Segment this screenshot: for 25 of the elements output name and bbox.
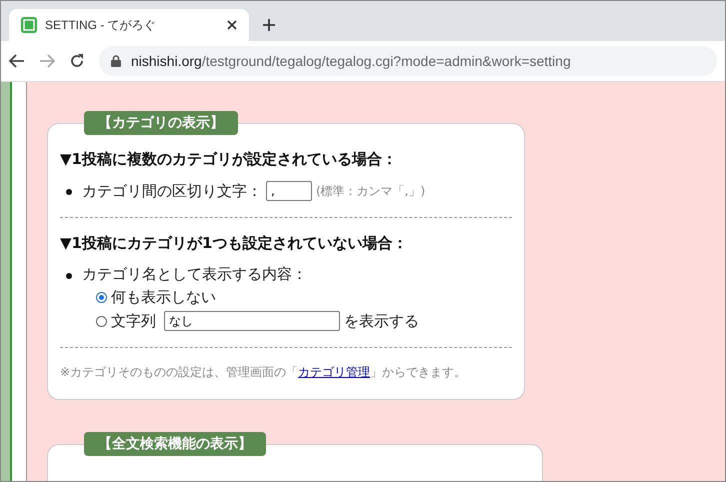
section-heading: ▼1投稿に複数のカテゴリが設定されている場合： bbox=[60, 150, 398, 169]
radio-button[interactable] bbox=[96, 292, 107, 303]
hint-text: (標準：カンマ「,」) bbox=[316, 182, 426, 200]
section-heading: ▼1投稿にカテゴリが1つも設定されていない場合： bbox=[60, 234, 408, 253]
option-suffix: を表示する bbox=[344, 312, 419, 330]
radio-label[interactable]: 文字列 bbox=[111, 312, 156, 330]
new-tab-icon[interactable] bbox=[263, 19, 275, 31]
browser-tab[interactable]: SETTING - てがろぐ bbox=[9, 9, 249, 41]
field-label: カテゴリ間の区切り文字： bbox=[82, 182, 262, 200]
separator-input[interactable]: , bbox=[266, 181, 312, 201]
section-title: 【全文検索機能の表示】 bbox=[84, 432, 266, 456]
back-arrow-icon[interactable] bbox=[9, 54, 25, 68]
text-input[interactable]: なし bbox=[164, 311, 340, 331]
reload-icon[interactable] bbox=[69, 53, 85, 69]
footnote-text: ※カテゴリそのものの設定は、管理画面の「カテゴリ管理」からできます。 bbox=[60, 364, 468, 381]
site-logo-icon bbox=[21, 17, 37, 33]
category-management-link[interactable]: カテゴリ管理 bbox=[298, 365, 370, 379]
radio-button[interactable] bbox=[96, 316, 107, 326]
section-title: 【カテゴリの表示】 bbox=[84, 111, 238, 135]
field-label: カテゴリ名として表示する内容： bbox=[82, 265, 308, 284]
bullet-icon bbox=[66, 189, 72, 195]
radio-label[interactable]: 何も表示しない bbox=[111, 288, 216, 307]
bullet-icon bbox=[66, 273, 72, 279]
lock-icon bbox=[111, 55, 121, 67]
close-icon[interactable] bbox=[227, 20, 237, 30]
